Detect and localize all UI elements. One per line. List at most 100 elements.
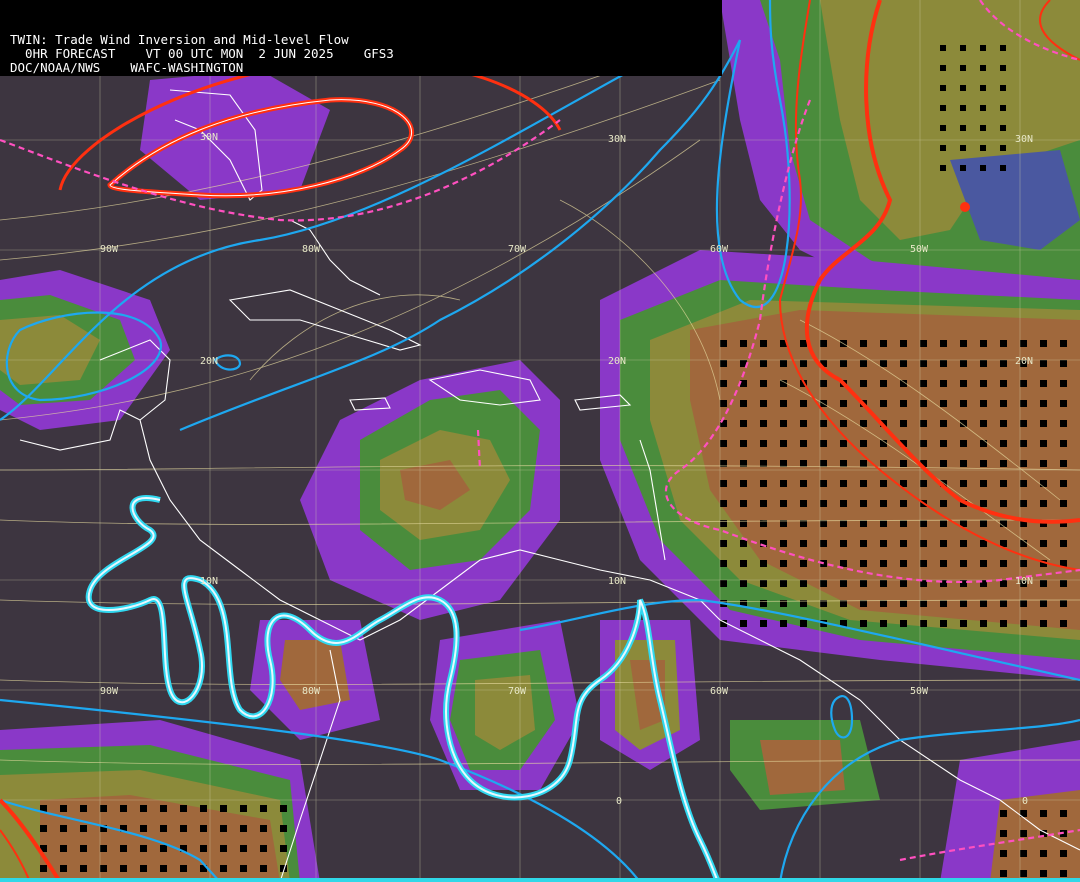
stipple-dot bbox=[240, 865, 247, 872]
stipple-dot bbox=[760, 620, 767, 627]
stipple-dot bbox=[60, 805, 67, 812]
stipple-dot bbox=[840, 580, 847, 587]
stipple-dot bbox=[940, 105, 946, 111]
stipple-dot bbox=[860, 560, 867, 567]
stipple-dot bbox=[60, 865, 67, 872]
stipple-dot bbox=[920, 360, 927, 367]
stipple-dot bbox=[100, 865, 107, 872]
stipple-dot bbox=[180, 825, 187, 832]
stipple-dot bbox=[940, 85, 946, 91]
stipple-dot bbox=[940, 340, 947, 347]
stipple-dot bbox=[860, 340, 867, 347]
stipple-dot bbox=[1060, 480, 1067, 487]
stipple-dot bbox=[120, 865, 127, 872]
stipple-dot bbox=[1040, 380, 1047, 387]
stipple-dot bbox=[1060, 460, 1067, 467]
stipple-dot bbox=[220, 825, 227, 832]
stipple-dot bbox=[960, 340, 967, 347]
stipple-dot bbox=[1000, 850, 1007, 857]
stipple-dot bbox=[840, 480, 847, 487]
stipple-dot bbox=[740, 480, 747, 487]
stipple-dot bbox=[1000, 420, 1007, 427]
lon-label: 70W bbox=[508, 244, 527, 255]
stipple-dot bbox=[960, 440, 967, 447]
stipple-dot bbox=[1060, 850, 1067, 857]
stipple-dot bbox=[200, 845, 207, 852]
stipple-dot bbox=[920, 540, 927, 547]
stipple-dot bbox=[760, 360, 767, 367]
stipple-dot bbox=[1000, 580, 1007, 587]
stipple-dot bbox=[820, 420, 827, 427]
stipple-dot bbox=[840, 420, 847, 427]
stipple-dot bbox=[980, 500, 987, 507]
stipple-dot bbox=[40, 865, 47, 872]
stipple-dot bbox=[940, 460, 947, 467]
stipple-dot bbox=[1040, 810, 1047, 817]
stipple-dot bbox=[120, 845, 127, 852]
stipple-dot bbox=[820, 440, 827, 447]
stipple-dot bbox=[860, 440, 867, 447]
stipple-dot bbox=[900, 400, 907, 407]
stipple-dot bbox=[980, 360, 987, 367]
stipple-dot bbox=[740, 400, 747, 407]
stipple-dot bbox=[740, 540, 747, 547]
stipple-dot bbox=[1040, 540, 1047, 547]
stipple-dot bbox=[1020, 620, 1027, 627]
lon-label: 80W bbox=[302, 686, 321, 697]
stipple-dot bbox=[920, 600, 927, 607]
stipple-dot bbox=[980, 45, 986, 51]
stipple-dot bbox=[780, 500, 787, 507]
stipple-dot bbox=[900, 620, 907, 627]
stipple-dot bbox=[1040, 420, 1047, 427]
stipple-dot bbox=[140, 825, 147, 832]
stipple-dot bbox=[980, 400, 987, 407]
red-dot-marker bbox=[960, 202, 970, 212]
stipple-dot bbox=[840, 540, 847, 547]
stipple-dot bbox=[1040, 440, 1047, 447]
stipple-dot bbox=[1040, 620, 1047, 627]
stipple-dot bbox=[880, 480, 887, 487]
stipple-dot bbox=[920, 480, 927, 487]
stipple-dot bbox=[860, 620, 867, 627]
header-agency-line: DOC/NOAA/NWS WAFC-WASHINGTON bbox=[10, 60, 244, 75]
stipple-dot bbox=[1000, 400, 1007, 407]
stipple-dot bbox=[1000, 500, 1007, 507]
stipple-dot bbox=[1040, 580, 1047, 587]
stipple-dot bbox=[780, 540, 787, 547]
stipple-dot bbox=[1020, 560, 1027, 567]
stipple-dot bbox=[1000, 810, 1007, 817]
lon-label: 90W bbox=[100, 244, 119, 255]
stipple-dot bbox=[920, 400, 927, 407]
stipple-dot bbox=[40, 825, 47, 832]
stipple-dot bbox=[260, 865, 267, 872]
stipple-dot bbox=[60, 825, 67, 832]
cuba-coast bbox=[228, 289, 422, 351]
stipple-dot bbox=[800, 360, 807, 367]
stipple-dot bbox=[740, 340, 747, 347]
stipple-dot bbox=[1020, 830, 1027, 837]
stipple-dot bbox=[880, 580, 887, 587]
stipple-dot bbox=[860, 380, 867, 387]
stipple-dot bbox=[1040, 400, 1047, 407]
stipple-dot bbox=[960, 460, 967, 467]
stipple-dot bbox=[1000, 45, 1006, 51]
stipple-dot bbox=[1020, 600, 1027, 607]
stipple-dot bbox=[860, 420, 867, 427]
stipple-dot bbox=[760, 500, 767, 507]
stipple-dot bbox=[880, 620, 887, 627]
stipple-dot bbox=[980, 145, 986, 151]
lon-label: 50W bbox=[910, 244, 929, 255]
stipple-dot bbox=[980, 540, 987, 547]
stipple-dot bbox=[900, 540, 907, 547]
stipple-dot bbox=[940, 500, 947, 507]
stipple-dot bbox=[180, 865, 187, 872]
stipple-dot bbox=[880, 500, 887, 507]
stipple-dot bbox=[720, 540, 727, 547]
stipple-dot bbox=[200, 805, 207, 812]
stipple-dot bbox=[860, 580, 867, 587]
stipple-dot bbox=[960, 165, 966, 171]
header-title: TWIN: Trade Wind Inversion and Mid-level… bbox=[10, 32, 349, 47]
stipple-dot bbox=[740, 580, 747, 587]
lat-label: 30N bbox=[608, 134, 626, 145]
stipple-dot bbox=[760, 420, 767, 427]
